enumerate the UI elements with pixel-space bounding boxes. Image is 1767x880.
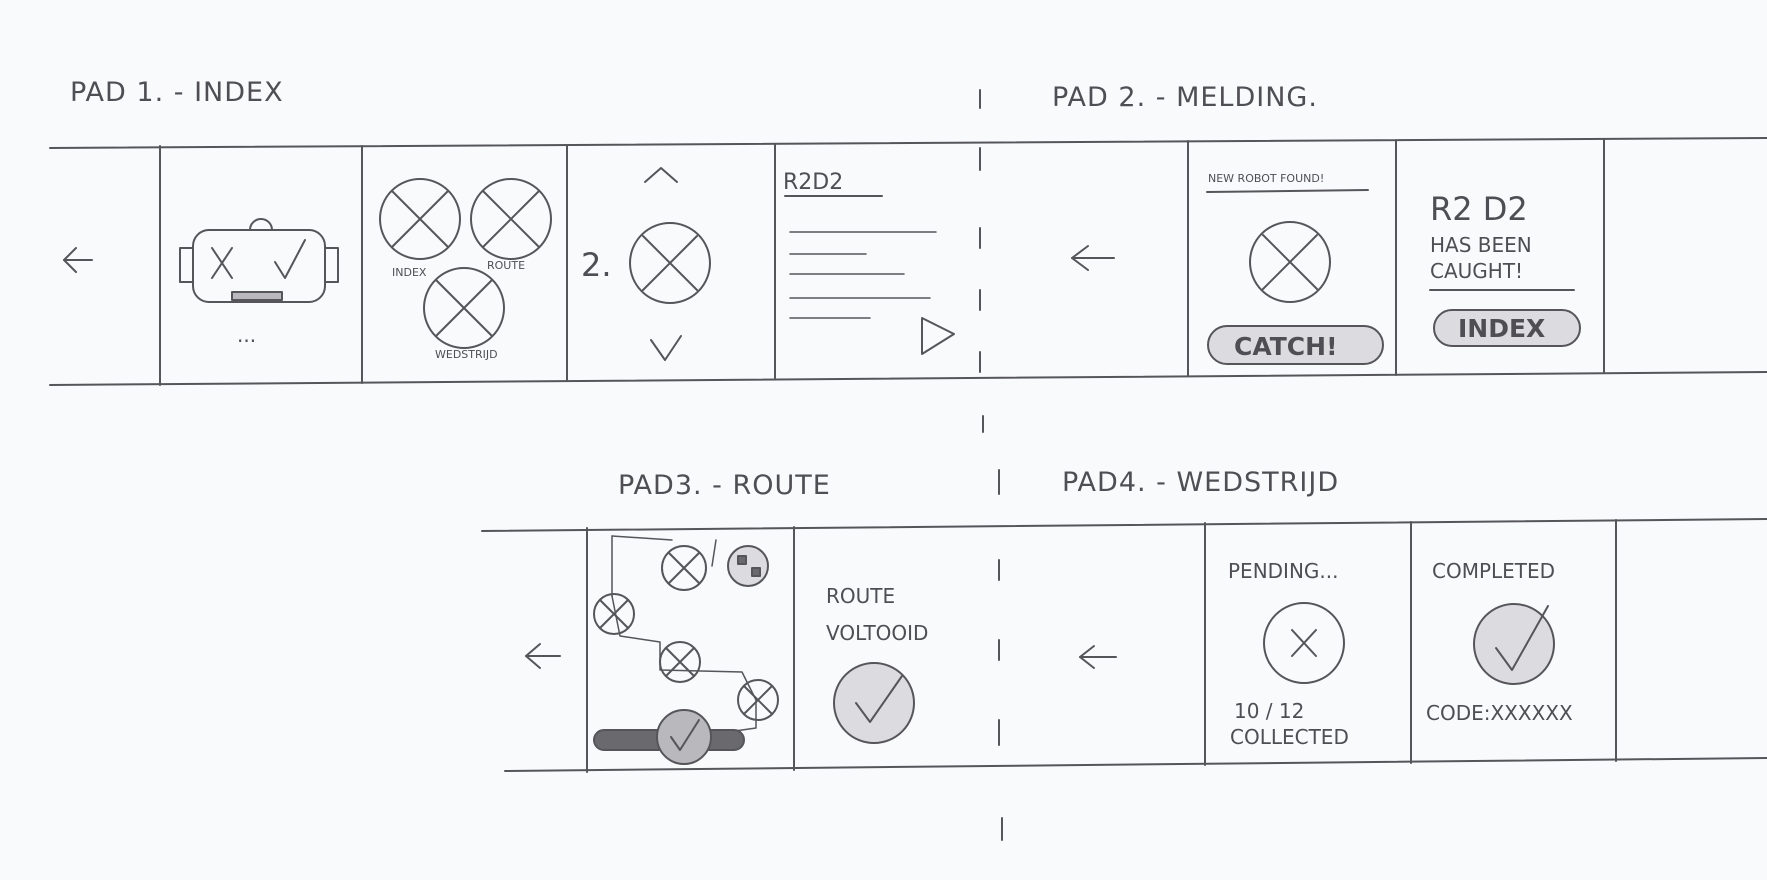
robot-name: R2D2 [783,170,843,195]
collected-count: 10 / 12 [1234,699,1304,723]
chevron-up-icon[interactable] [644,167,678,183]
index-button[interactable]: INDEX [1433,309,1581,347]
pad1-back-arrow-icon[interactable] [63,247,93,273]
menu-index-label: INDEX [392,266,427,279]
route-check-circle-icon [833,662,915,744]
menu-route-label: ROUTE [487,259,525,272]
play-icon[interactable] [921,317,955,355]
chevron-down-icon[interactable] [650,335,682,361]
route-line2: VOLTOOID [826,621,928,645]
pending-label: PENDING... [1228,559,1339,583]
caught-line2: CAUGHT! [1430,259,1523,283]
menu-wedstrijd-label: WEDSTRIJD [435,348,498,361]
pad4-title: PAD4. - WEDSTRIJD [1062,467,1339,498]
route-map-icon[interactable] [593,535,779,765]
detail-text-lines [784,195,937,319]
pad3-back-arrow-icon[interactable] [525,643,561,669]
catch-button[interactable]: CATCH! [1207,325,1384,365]
completed-label: COMPLETED [1432,559,1555,583]
carousel-item-icon[interactable] [629,222,711,304]
pad3-title: PAD3. - ROUTE [618,470,831,501]
pad2-back-arrow-icon[interactable] [1071,245,1115,271]
pad1-title: PAD 1. - INDEX [70,77,284,108]
step-number: 2. [581,246,612,284]
notification-underline [1206,189,1369,193]
caught-line1: HAS BEEN [1430,233,1532,257]
found-robot-icon [1249,221,1331,303]
pending-robot-icon [1263,602,1345,684]
notification-text: NEW ROBOT FOUND! [1208,172,1324,185]
pad4-back-arrow-icon[interactable] [1079,645,1117,669]
robot-icon [179,218,339,303]
robot-dots: ... [237,323,256,347]
index-button-label: INDEX [1458,314,1545,343]
catch-button-label: CATCH! [1234,332,1337,361]
menu-index-icon[interactable] [379,178,461,260]
collected-label: COLLECTED [1230,725,1349,749]
route-line1: ROUTE [826,584,895,608]
storyboard-sketch: PAD 1. - INDEX PAD 2. - MELDING. PAD3. -… [49,77,1767,841]
menu-wedstrijd-icon[interactable] [423,267,505,349]
center-divider [979,89,1003,841]
menu-route-icon[interactable] [470,178,552,260]
code-label: CODE:XXXXXX [1426,701,1573,725]
completed-check-circle-icon [1473,603,1555,685]
pad2-title: PAD 2. - MELDING. [1052,82,1318,113]
caught-robot-name: R2 D2 [1430,190,1528,228]
